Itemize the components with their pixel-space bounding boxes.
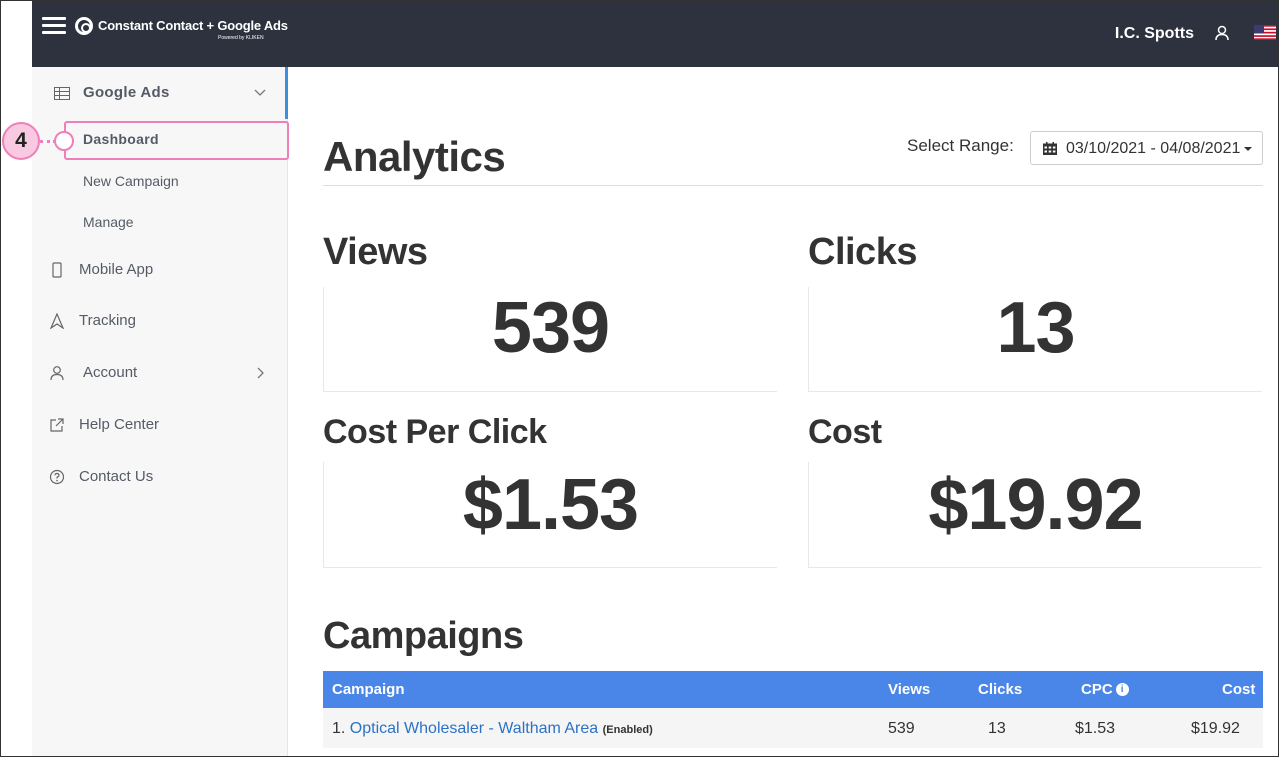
user-icon[interactable] (1215, 25, 1229, 41)
sidebar-item-label: Help Center (79, 416, 160, 433)
external-link-icon (50, 418, 64, 432)
user-name[interactable]: I.C. Spotts (1115, 25, 1194, 43)
app-window: Constant Contact + Google Ads Powered by… (0, 0, 1279, 757)
us-flag-icon[interactable] (1254, 25, 1276, 40)
sidebar-item-help-center[interactable]: Help Center (32, 409, 285, 439)
metric-title-cost: Cost (808, 413, 882, 451)
callout-highlight-box (64, 121, 289, 160)
column-header-clicks[interactable]: Clicks (978, 681, 1022, 698)
range-label: Select Range: (907, 136, 1014, 155)
metric-card-cost: $19.92 (808, 462, 1262, 568)
main-content: Analytics Select Range: 03/10/2021 - 04/… (289, 67, 1278, 756)
info-icon[interactable]: i (1115, 683, 1129, 696)
sidebar-group-google-ads[interactable]: Google Ads (32, 67, 285, 119)
date-range-value: 03/10/2021 - 04/08/2021 (1066, 140, 1241, 157)
calendar-icon (1043, 142, 1057, 155)
sidebar: Google Ads Dashboard New Campaign Manage… (32, 67, 288, 756)
metric-title-views: Views (323, 231, 428, 273)
campaign-status: (Enabled) (602, 724, 653, 736)
cost-cell: $19.92 (1191, 720, 1240, 737)
campaign-link[interactable]: Optical Wholesaler - Waltham Area (350, 720, 598, 737)
top-bar: Constant Contact + Google Ads Powered by… (32, 1, 1278, 67)
brand-name: Constant Contact + Google Ads (98, 18, 288, 33)
sidebar-item-manage[interactable]: Manage (83, 214, 134, 230)
table-header: Campaign Views Clicks CPC i Cost (323, 671, 1263, 708)
column-header-cpc-label: CPC (1081, 681, 1113, 698)
chevron-right-icon (257, 367, 264, 379)
metric-card-clicks: 13 (808, 287, 1262, 392)
page-title: Analytics (323, 133, 506, 180)
sidebar-item-account[interactable]: Account (32, 357, 285, 387)
sidebar-item-mobile-app[interactable]: Mobile App (32, 254, 285, 284)
sidebar-item-label: Mobile App (79, 261, 154, 278)
column-header-cpc[interactable]: CPC i (1081, 681, 1129, 698)
campaigns-title: Campaigns (323, 615, 524, 657)
sidebar-group-label: Google Ads (83, 84, 170, 101)
caret-down-icon (1244, 147, 1252, 151)
callout-dot (54, 131, 74, 151)
question-circle-icon (49, 469, 65, 485)
row-index: 1. (332, 720, 346, 737)
metric-value-views: 539 (491, 288, 610, 368)
sidebar-active-indicator (285, 67, 288, 119)
column-header-views[interactable]: Views (888, 681, 930, 698)
column-header-campaign[interactable]: Campaign (332, 681, 405, 698)
metric-title-clicks: Clicks (808, 231, 917, 273)
menu-icon[interactable] (42, 17, 66, 35)
sidebar-item-tracking[interactable]: Tracking (32, 305, 285, 335)
metric-card-cost-per-click: $1.53 (323, 462, 777, 568)
tracking-icon (49, 313, 65, 329)
views-cell: 539 (888, 720, 915, 737)
table-icon (54, 87, 70, 100)
chevron-down-icon (254, 89, 266, 96)
brand-logo-icon (75, 17, 93, 35)
table-row: 1. Optical Wholesaler - Waltham Area (En… (323, 708, 1263, 748)
metric-value-cost-per-click: $1.53 (462, 465, 639, 545)
sidebar-item-label: Tracking (79, 312, 136, 329)
sidebar-item-new-campaign[interactable]: New Campaign (83, 173, 179, 189)
metric-value-cost: $19.92 (928, 465, 1143, 545)
sidebar-item-label: Account (83, 364, 138, 381)
metric-card-views: 539 (323, 287, 777, 392)
date-range-picker[interactable]: 03/10/2021 - 04/08/2021 (1030, 131, 1263, 165)
sidebar-item-label: Contact Us (79, 468, 154, 485)
clicks-cell: 13 (988, 720, 1006, 737)
brand-subtitle: Powered by KLIKEN (218, 35, 264, 41)
metric-title-cost-per-click: Cost Per Click (323, 413, 547, 451)
sidebar-item-contact-us[interactable]: Contact Us (32, 461, 285, 491)
column-header-cost[interactable]: Cost (1222, 681, 1255, 698)
campaign-cell: 1. Optical Wholesaler - Waltham Area (En… (332, 720, 653, 738)
mobile-icon (52, 262, 62, 278)
cpc-cell: $1.53 (1075, 720, 1116, 737)
metric-value-clicks: 13 (996, 288, 1075, 368)
callout-step-number: 4 (2, 122, 40, 160)
title-divider (323, 185, 1263, 186)
user-icon (50, 366, 64, 381)
